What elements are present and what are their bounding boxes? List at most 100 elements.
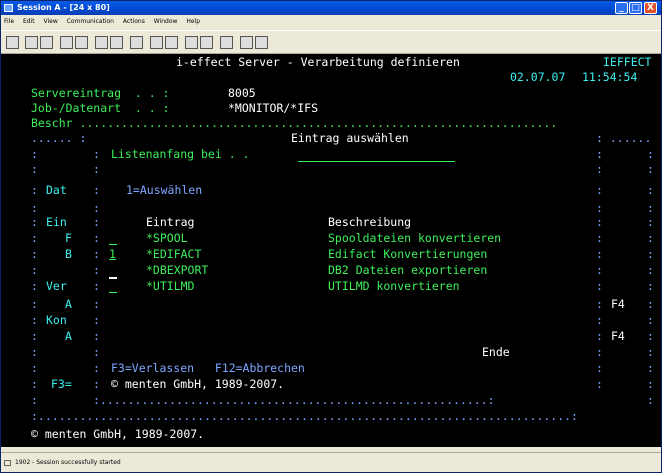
outer-border-right: : [647,329,654,343]
a-label: A [65,329,72,343]
b-label: B [65,247,72,261]
screen-left-margin [1,54,24,447]
popup-border-left: : [31,215,38,229]
popup-border-left: : [31,201,38,215]
outer-border-right: : [647,345,654,359]
outer-border-right: : [647,393,654,407]
popup-border-left: : [31,345,38,359]
outer-border-right: : [647,162,654,176]
minimize-button[interactable]: _ [615,2,628,14]
outer-border-right: : [647,215,654,229]
globe-icon[interactable] [240,36,253,49]
kon-label: Kon [46,313,67,327]
popup-border-inner: : [93,231,100,245]
popup-border-right: : [596,183,603,197]
auswahl-hint: 1=Auswählen [126,183,203,197]
popup-border-inner: : [93,215,100,229]
popup-border-inner: : [93,263,100,277]
title-bar[interactable]: Session A - [24 x 80] _ □ X [1,1,661,15]
macro-stop-icon[interactable] [165,36,178,49]
outer-border-right: : [647,361,654,375]
window-title: Session A - [24 x 80] [17,3,110,12]
copy-icon[interactable] [25,36,38,49]
outer-border-right: : [647,183,654,197]
outer-border-right: : [647,247,654,261]
keyboard-map-icon[interactable] [130,36,143,49]
menu-view[interactable]: View [44,18,58,25]
menu-window[interactable]: Window [154,18,178,25]
status-text: 1902 - Session successfully started [15,459,121,466]
f-label: F [65,231,72,245]
popup-border-right: : [596,297,603,311]
listenanfang-label: Listenanfang bei . . [111,147,250,161]
toolbar [1,30,661,54]
popup-border-right: : [596,201,603,215]
popup-border-right: : [596,279,603,293]
a-label: A [65,297,72,311]
f4-hint: F4 [611,297,625,311]
print-screen-icon[interactable] [6,36,19,49]
menu-edit[interactable]: Edit [23,18,35,25]
pencil-icon[interactable] [255,36,268,49]
menu-bar: File Edit View Communication Actions Win… [1,16,661,28]
close-button[interactable]: X [644,2,657,14]
option-input[interactable] [109,244,117,245]
popup-border-right: : [596,247,603,261]
popup-border-inner: : [93,345,100,359]
maximize-button[interactable]: □ [629,2,642,14]
menu-communication[interactable]: Communication [67,18,114,25]
col-eintrag: Eintrag [146,215,195,229]
popup-top-left: ...... : [31,131,87,145]
popup-border-left: : [31,162,38,176]
menu-actions[interactable]: Actions [123,18,145,25]
outer-border-right: : [647,279,654,293]
option-input[interactable] [109,292,117,293]
popup-border-right: : [596,231,603,245]
outer-border-right: : [647,263,654,277]
receive-icon[interactable] [75,36,88,49]
outer-bottom-border: :.......................................… [31,409,578,423]
settings-icon[interactable] [220,36,233,49]
outer-border-right: : [647,313,654,327]
popup-border-left: : [31,313,38,327]
popup-border-left: : [31,147,38,161]
paste-icon[interactable] [40,36,53,49]
macro-play-icon[interactable] [185,36,198,49]
popup-border-right: : [596,215,603,229]
job-value: *MONITOR/*IFS [228,101,319,115]
copyright-bottom: © menten GmbH, 1989-2007. [31,427,205,441]
entry-desc: DB2 Dateien exportieren [328,263,488,277]
popup-border-left: : [31,247,38,261]
outer-border-right: : [647,201,654,215]
popup-border-left: : [31,183,38,197]
popup-border-left: : [31,297,38,311]
outer-border-right: : [647,297,654,311]
listenanfang-input[interactable] [298,161,455,162]
popup-border-inner: : [93,297,100,311]
popup-border-left: : [31,377,38,391]
menu-help[interactable]: Help [186,18,200,25]
color-map-icon[interactable] [110,36,123,49]
server-value: 8005 [228,86,256,100]
option-input[interactable]: 1 [109,248,116,261]
terminal-app-icon [4,4,13,12]
popup-bottom-border: :.......................................… [93,393,495,407]
popup-border-left: : [31,231,38,245]
popup-border-inner: : [93,313,100,327]
popup-border-inner: : [93,247,100,261]
menu-file[interactable]: File [4,18,14,25]
option-input-cursor[interactable] [109,277,117,279]
dat-label: Dat [46,183,67,197]
popup-title: Eintrag auswählen [291,131,409,145]
macro-edit-icon[interactable] [200,36,213,49]
display-icon[interactable] [95,36,108,49]
macro-record-icon[interactable] [150,36,163,49]
popup-border-right: : [596,313,603,327]
emulator-window: Session A - [24 x 80] _ □ X File Edit Vi… [0,0,662,473]
popup-border-right: : [596,263,603,277]
popup-border-inner: : [93,377,100,391]
send-icon[interactable] [60,36,73,49]
popup-border-left: : [31,279,38,293]
entry-desc: UTILMD konvertieren [328,279,460,293]
popup-border-right: : [596,361,603,375]
